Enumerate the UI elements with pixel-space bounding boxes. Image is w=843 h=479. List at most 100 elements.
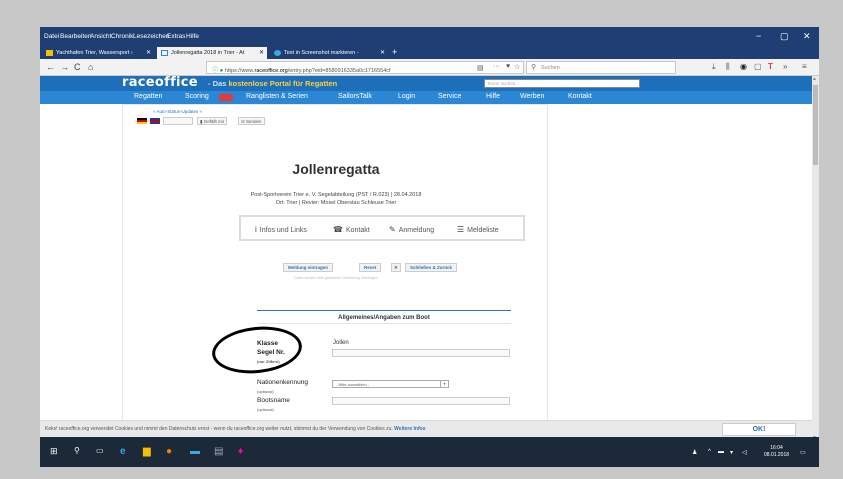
reload-icon[interactable]: C — [74, 62, 81, 72]
calculator-icon[interactable]: ▤ — [214, 446, 223, 457]
tray-expand-icon[interactable]: ^ — [708, 449, 711, 455]
tab-meldeliste[interactable]: ☰ Meldeliste — [457, 225, 499, 234]
mail-icon[interactable]: ▬ — [190, 446, 200, 457]
bookmark-star-icon[interactable]: ☆ — [514, 63, 520, 71]
close-x-icon[interactable]: ✕ — [391, 263, 401, 272]
menu-extras[interactable]: Extras — [167, 33, 185, 40]
nav-sailorstalk[interactable]: SailorsTalk — [338, 93, 372, 100]
tab-label: Text in Screenshot markieren - — [284, 50, 359, 56]
tab-anmeldung[interactable]: ✎ Anmeldung — [389, 225, 434, 234]
search-icon[interactable]: ⚲ — [74, 446, 80, 455]
battery-icon[interactable]: ▬ — [718, 449, 724, 455]
close-tab-icon[interactable]: ✕ — [380, 49, 385, 56]
nav-service[interactable]: Service — [438, 93, 461, 100]
menu-lesezeichen[interactable]: Lesezeichen — [133, 33, 170, 40]
close-back-button[interactable]: Schließen & Zurück — [405, 263, 458, 272]
site-logo[interactable]: raceoffice — [122, 75, 198, 90]
tab-label: Infos und Links — [259, 227, 307, 234]
close-window-button[interactable]: ✕ — [803, 31, 811, 42]
scrollbar-thumb[interactable] — [813, 85, 818, 165]
tagline-prefix: - Das — [208, 79, 229, 88]
firefox-icon[interactable]: ● — [166, 446, 172, 457]
nation-select[interactable]: - Bitte auswählen - ▾ — [332, 380, 449, 388]
pocket-icon[interactable]: ♥ — [506, 63, 510, 70]
auto-status-link[interactable]: » Auto-Status-Updates « — [153, 109, 202, 114]
app-icon[interactable]: ♦ — [238, 446, 243, 457]
site-tagline: - Das kostenlose Portal für Regatten — [208, 79, 337, 88]
nav-regatten[interactable]: Regatten — [134, 93, 162, 100]
edge-icon[interactable]: e — [120, 446, 126, 457]
extension-icon[interactable]: ◉ — [740, 62, 747, 71]
flag-gb-icon[interactable] — [150, 118, 160, 124]
nav-hilfe[interactable]: Hilfe — [486, 93, 500, 100]
clock-time: 16:04 — [770, 445, 783, 451]
windows-start-icon[interactable]: ⊞ — [50, 446, 58, 457]
event-search-input[interactable]: Event suchen... — [484, 79, 640, 88]
menu-datei[interactable]: Datei — [44, 33, 59, 40]
event-location: Ort: Trier | Revier: Mosel Oberstau Schl… — [275, 200, 397, 206]
page-actions-icon[interactable]: ··· — [493, 63, 500, 70]
hamburger-menu-icon[interactable]: ≡ — [802, 62, 807, 71]
screenshot-icon[interactable]: ▢ — [754, 62, 762, 71]
home-icon[interactable]: ⌂ — [88, 62, 93, 72]
close-tab-icon[interactable]: ✕ — [259, 49, 264, 56]
text-addon-icon[interactable]: T — [768, 62, 773, 71]
reader-view-icon[interactable]: ▤ — [477, 64, 484, 72]
maximize-button[interactable]: ▢ — [780, 31, 789, 42]
cookie-banner: Keks! raceoffice.org verwendet Cookies u… — [40, 420, 812, 437]
flag-de-icon[interactable] — [137, 118, 147, 124]
scroll-up-icon[interactable]: ▲ — [812, 76, 817, 82]
nav-kontakt[interactable]: Kontakt — [568, 93, 592, 100]
cookie-ok-button[interactable]: OK! — [722, 423, 796, 436]
explorer-icon[interactable]: ▆ — [143, 446, 151, 457]
share-counter — [163, 117, 193, 125]
like-button[interactable]: ▮ Gefällt mir — [197, 117, 228, 125]
menu-hilfe[interactable]: Hilfe — [186, 33, 199, 40]
forward-icon[interactable]: → — [60, 62, 69, 72]
page-title: Jollenregatta — [292, 161, 380, 177]
tab-infos[interactable]: i Infos und Links — [255, 225, 307, 234]
download-icon[interactable]: ⤓ — [712, 62, 716, 72]
submit-entry-button[interactable]: Meldung eintragen — [283, 263, 334, 272]
new-tab-button[interactable]: + — [392, 47, 397, 57]
cookie-more-link[interactable]: Weitere Infos — [394, 426, 425, 432]
tab-text-markieren[interactable]: Text in Screenshot markieren - ✕ — [270, 47, 388, 59]
nav-ranglisten[interactable]: Ranglisten & Serien — [246, 93, 308, 100]
search-input[interactable]: ⚲ Suchen — [526, 61, 676, 74]
close-tab-icon[interactable]: ✕ — [146, 49, 151, 56]
url-prefix: https://www. — [224, 68, 255, 74]
notifications-icon[interactable]: ▭ — [800, 449, 806, 456]
menu-chronik[interactable]: Chronik — [111, 33, 133, 40]
tab-yachthafen[interactable]: Yachthafen Trier, Wassersport › ✕ — [42, 47, 154, 59]
nav-login[interactable]: Login — [398, 93, 415, 100]
overflow-menu-icon[interactable]: » — [783, 62, 787, 71]
segelnr-input[interactable] — [332, 349, 510, 357]
section-heading: Allgemeines/Angaben zum Boot — [257, 310, 511, 324]
network-icon[interactable]: ▾ — [730, 449, 733, 456]
url-bar[interactable]: ⓘ ● https://www.raceoffice.org/entry.php… — [206, 61, 524, 74]
tab-kontakt[interactable]: ☎ Kontakt — [333, 225, 370, 234]
back-icon[interactable]: ← — [46, 62, 55, 72]
task-view-icon[interactable]: ▭ — [96, 446, 104, 455]
send-label: Senden — [246, 119, 262, 124]
nav-scoring[interactable]: Scoring — [185, 93, 209, 100]
library-icon[interactable]: ⫼ — [726, 62, 730, 72]
volume-icon[interactable]: ◁ — [742, 449, 747, 456]
search-placeholder: Suchen — [541, 65, 560, 71]
menu-bearbeiten[interactable]: Bearbeiten — [60, 33, 91, 40]
bootsname-input[interactable] — [332, 397, 510, 405]
tab-label: Jollenregatta 2018 in Trier - At — [171, 50, 245, 56]
people-icon[interactable]: ♟ — [692, 449, 697, 456]
clock[interactable]: 16:04 08.01.2018 — [764, 445, 789, 459]
send-button[interactable]: ✉ Senden — [238, 117, 265, 125]
site-nav: Regatten Scoring Ranglisten & Serien Sai… — [40, 91, 812, 104]
nation-select-value: - Bitte auswählen - — [336, 382, 370, 387]
nav-werben[interactable]: Werben — [520, 93, 544, 100]
reset-button[interactable]: Reset — [359, 263, 382, 272]
tab-label: Anmeldung — [398, 227, 435, 234]
clock-date: 08.01.2018 — [764, 452, 790, 458]
menu-bar: Datei Bearbeiten Ansicht Chronik Lesezei… — [40, 27, 819, 46]
minimize-button[interactable]: − — [756, 31, 761, 41]
tab-jollenregatta[interactable]: Jollenregatta 2018 in Trier - At ✕ — [157, 47, 267, 59]
menu-ansicht[interactable]: Ansicht — [90, 33, 111, 40]
